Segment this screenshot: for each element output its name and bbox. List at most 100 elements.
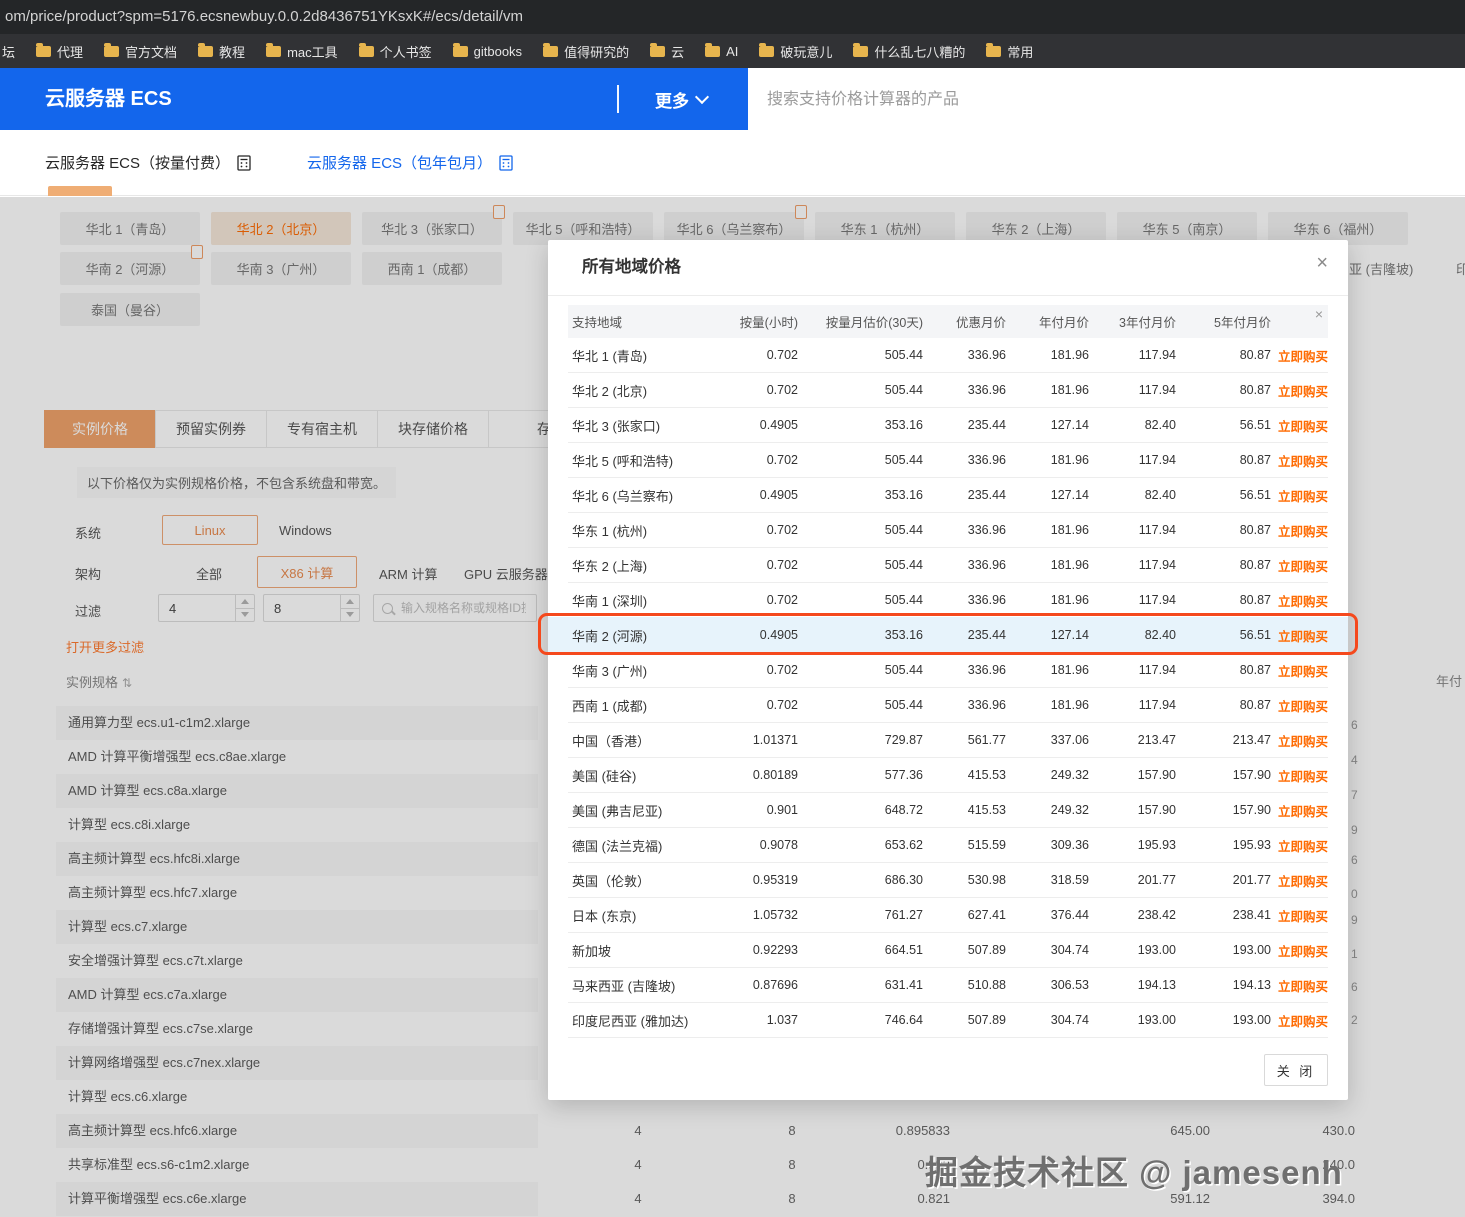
background-digit-partial: 4 — [1351, 753, 1358, 767]
region-name: 华北 3 (张家口) — [568, 416, 723, 435]
arch-option-x86[interactable]: X86 计算 — [257, 556, 357, 588]
close-button[interactable]: 关 闭 — [1264, 1054, 1328, 1086]
buy-now-link[interactable]: 立即购买 — [1271, 976, 1328, 995]
product-search-input[interactable] — [765, 78, 1449, 122]
buy-now-link[interactable]: 立即购买 — [1271, 451, 1328, 470]
column-header: 5年付月价 — [1176, 312, 1271, 331]
instance-row: 通用算力型 ecs.u1-c1m2.xlarge — [56, 706, 538, 740]
step-up-button[interactable] — [236, 595, 254, 608]
instance-row: 存储增强计算型 ecs.c7se.xlarge — [56, 1012, 538, 1046]
triangle-down-icon — [346, 612, 354, 617]
buy-now-link[interactable]: 立即购买 — [1271, 871, 1328, 890]
close-icon[interactable]: × — [1316, 253, 1328, 273]
bookmark-item[interactable]: mac工具 — [266, 42, 338, 61]
nav-tab-subscription[interactable]: 云服务器 ECS（包年包月） — [307, 152, 513, 173]
region-button[interactable]: 华北 2（北京） — [211, 212, 351, 245]
region-button[interactable]: 华南 2（河源） — [60, 252, 200, 285]
region-button[interactable]: 华北 1（青岛） — [60, 212, 200, 245]
system-option-windows[interactable]: Windows — [279, 523, 332, 538]
price-value: 686.30 — [798, 873, 923, 887]
background-digit-partial: 9 — [1351, 913, 1358, 927]
buy-now-link[interactable]: 立即购买 — [1271, 801, 1328, 820]
price-tab[interactable]: 实例价格 — [44, 410, 156, 448]
instance-spec-column-header[interactable]: 实例规格⇅ — [66, 672, 132, 691]
price-tab[interactable]: 预留实例券 — [155, 410, 267, 448]
price-table-row: 美国 (弗吉尼亚)0.901648.72415.53249.32157.9015… — [568, 793, 1328, 828]
price-value: 0.95319 — [723, 873, 798, 887]
price-value: 505.44 — [798, 383, 923, 397]
cpu-count-stepper[interactable] — [158, 594, 255, 622]
buy-now-link[interactable]: 立即购买 — [1271, 696, 1328, 715]
screen: om/price/product?spm=5176.ecsnewbuy.0.0.… — [0, 0, 1465, 1217]
buy-now-link[interactable]: 立即购买 — [1271, 486, 1328, 505]
more-label: 更多 — [655, 87, 689, 112]
bookmark-item[interactable]: 官方文档 — [104, 42, 177, 61]
more-filters-link[interactable]: 打开更多过滤 — [66, 637, 144, 656]
region-button[interactable]: 华北 3（张家口） — [362, 212, 502, 245]
arch-option-all[interactable]: 全部 — [196, 564, 222, 583]
price-value: 746.64 — [798, 1013, 923, 1027]
buy-now-link[interactable]: 立即购买 — [1271, 381, 1328, 400]
buy-now-link[interactable]: 立即购买 — [1271, 766, 1328, 785]
browser-url-bar[interactable]: om/price/product?spm=5176.ecsnewbuy.0.0.… — [0, 0, 1465, 34]
price-tab[interactable]: 块存储价格 — [377, 410, 489, 448]
memory-size-stepper-input[interactable] — [264, 595, 340, 621]
spec-search-box[interactable] — [373, 594, 537, 622]
price-table-row: 华东 1 (杭州)0.702505.44336.96181.96117.9480… — [568, 513, 1328, 548]
buy-now-link[interactable]: 立即购买 — [1271, 521, 1328, 540]
buy-now-link[interactable]: 立即购买 — [1271, 591, 1328, 610]
buy-now-link[interactable]: 立即购买 — [1271, 346, 1328, 365]
buy-now-link[interactable]: 立即购买 — [1271, 731, 1328, 750]
price-value: 80.87 — [1176, 348, 1271, 362]
arch-option-arm[interactable]: ARM 计算 — [379, 564, 438, 583]
price-value: 577.36 — [798, 768, 923, 782]
bookmark-item[interactable]: gitbooks — [453, 44, 522, 59]
price-value: 336.96 — [923, 593, 1006, 607]
price-tab[interactable]: 专有宿主机 — [266, 410, 378, 448]
step-down-button[interactable] — [341, 608, 359, 622]
buy-now-link[interactable]: 立即购买 — [1271, 556, 1328, 575]
bookmark-item[interactable]: 破玩意儿 — [759, 42, 832, 61]
table-close-icon[interactable]: × — [1315, 306, 1323, 323]
buy-now-link[interactable]: 立即购买 — [1271, 836, 1328, 855]
price-table-row: 西南 1 (成都)0.702505.44336.96181.96117.9480… — [568, 688, 1328, 723]
region-label-partial: 亚 (吉隆坡) — [1349, 259, 1413, 278]
price-table-row: 新加坡0.92293664.51507.89304.74193.00193.00… — [568, 933, 1328, 968]
folder-icon — [650, 46, 665, 57]
arch-option-gpu[interactable]: GPU 云服务器 — [464, 564, 548, 583]
buy-now-link[interactable]: 立即购买 — [1271, 1011, 1328, 1030]
step-down-button[interactable] — [236, 608, 254, 622]
price-value: 507.89 — [923, 1013, 1006, 1027]
price-value: 193.00 — [1089, 943, 1176, 957]
bookmark-item[interactable]: AI — [705, 44, 738, 59]
bookmark-item[interactable]: 坛 — [2, 42, 15, 61]
bookmark-label: 坛 — [2, 42, 15, 61]
region-button[interactable]: 西南 1（成都） — [362, 252, 502, 285]
folder-icon — [104, 46, 119, 57]
bookmark-item[interactable]: 云 — [650, 42, 684, 61]
buy-now-link[interactable]: 立即购买 — [1271, 416, 1328, 435]
step-up-button[interactable] — [341, 595, 359, 608]
price-table-row: 华北 5 (呼和浩特)0.702505.44336.96181.96117.94… — [568, 443, 1328, 478]
buy-now-link[interactable]: 立即购买 — [1271, 906, 1328, 925]
bookmark-item[interactable]: 常用 — [986, 42, 1033, 61]
region-name: 华北 1 (青岛) — [568, 346, 723, 365]
region-button[interactable]: 华南 3（广州） — [211, 252, 351, 285]
nav-tab-pay-as-you-go[interactable]: 云服务器 ECS（按量付费） — [45, 152, 251, 173]
bookmark-item[interactable]: 什么乱七八糟的 — [853, 42, 965, 61]
region-row: 华南 2（河源） 华南 3（广州） 西南 1（成都） — [60, 252, 502, 285]
memory-size-stepper[interactable] — [263, 594, 360, 622]
price-value: 336.96 — [923, 558, 1006, 572]
system-option-linux[interactable]: Linux — [162, 515, 258, 545]
bookmark-item[interactable]: 教程 — [198, 42, 245, 61]
spec-search-input[interactable] — [399, 600, 528, 616]
bookmark-item[interactable]: 值得研究的 — [543, 42, 629, 61]
region-button[interactable]: 泰国（曼谷） — [60, 293, 200, 326]
bookmark-item[interactable]: 代理 — [36, 42, 83, 61]
buy-now-link[interactable]: 立即购买 — [1271, 941, 1328, 960]
cpu-count-stepper-input[interactable] — [159, 595, 235, 621]
buy-now-link[interactable]: 立即购买 — [1271, 661, 1328, 680]
bookmark-item[interactable]: 个人书签 — [359, 42, 432, 61]
more-dropdown[interactable]: 更多 — [655, 68, 707, 130]
buy-now-link[interactable]: 立即购买 — [1271, 626, 1328, 645]
